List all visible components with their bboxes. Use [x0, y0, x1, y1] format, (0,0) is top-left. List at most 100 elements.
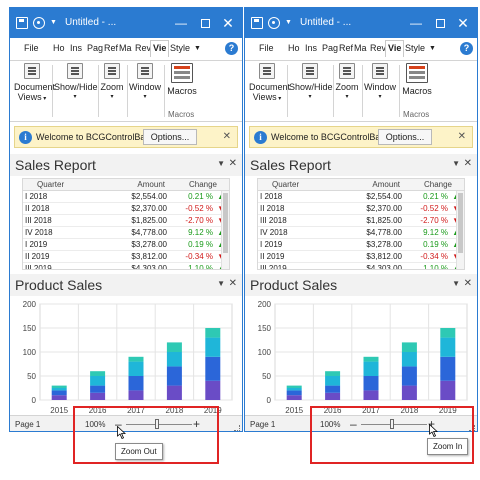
- show-hide-button[interactable]: Show/Hide ▾: [289, 63, 333, 102]
- tab-view[interactable]: Vie: [385, 40, 405, 57]
- cell-amount: $3,812.00: [131, 252, 167, 261]
- tab-review[interactable]: Rev: [135, 43, 151, 53]
- grid-header: Quarter Amount Change: [23, 179, 229, 191]
- tab-style[interactable]: Style: [405, 43, 425, 53]
- options-button[interactable]: Options...: [378, 129, 432, 145]
- document-views-button[interactable]: Document Views ▾: [14, 63, 55, 104]
- magnifier-icon: [339, 63, 355, 79]
- zoom-button[interactable]: Zoom ▾: [335, 63, 359, 102]
- vertical-scrollbar[interactable]: [221, 191, 229, 269]
- table-row[interactable]: I 2018$2,554.000.21 %▲: [23, 191, 229, 203]
- maximize-button[interactable]: [194, 12, 216, 34]
- chevron-down-icon[interactable]: ▼: [429, 45, 436, 52]
- minimize-button[interactable]: —: [405, 12, 427, 34]
- scrollbar-thumb[interactable]: [223, 193, 228, 253]
- chevron-down-icon[interactable]: ▼: [217, 279, 225, 288]
- chevron-down-icon[interactable]: ▼: [50, 17, 57, 29]
- column-header-change[interactable]: Change: [424, 180, 452, 189]
- cell-quarter: II 2019: [260, 252, 285, 261]
- table-row[interactable]: II 2019$3,812.00-0.34 %▼: [23, 251, 229, 263]
- window-button[interactable]: Window ▾: [129, 63, 161, 102]
- column-header-quarter[interactable]: Quarter: [37, 180, 64, 189]
- close-button[interactable]: ✕: [452, 12, 474, 34]
- tab-style[interactable]: Style: [170, 43, 190, 53]
- settings-icon[interactable]: [268, 17, 280, 29]
- table-row[interactable]: IV 2018$4,778.009.12 %▲: [23, 227, 229, 239]
- tab-home[interactable]: Ho: [53, 43, 65, 53]
- table-row[interactable]: I 2019$3,278.000.19 %▲: [258, 239, 464, 251]
- column-header-amount[interactable]: Amount: [137, 180, 165, 189]
- table-row[interactable]: II 2018$2,370.00-0.52 %▼: [258, 203, 464, 215]
- tab-references[interactable]: Ref: [104, 43, 118, 53]
- maximize-button[interactable]: [429, 12, 451, 34]
- vertical-scrollbar[interactable]: [456, 191, 464, 269]
- column-header-amount[interactable]: Amount: [372, 180, 400, 189]
- close-icon[interactable]: ✕: [464, 278, 472, 289]
- table-row[interactable]: I 2018$2,554.000.21 %▲: [258, 191, 464, 203]
- tab-page[interactable]: Pag: [322, 43, 338, 53]
- tab-review[interactable]: Rev: [370, 43, 386, 53]
- resize-grip[interactable]: [234, 425, 240, 431]
- bar-segment: [440, 328, 456, 338]
- chevron-down-icon[interactable]: ▼: [452, 279, 460, 288]
- help-icon[interactable]: ?: [460, 42, 473, 55]
- table-row[interactable]: II 2019$3,812.00-0.34 %▼: [258, 251, 464, 263]
- macros-button[interactable]: Macros: [401, 63, 433, 96]
- column-header-change[interactable]: Change: [189, 180, 217, 189]
- tab-references[interactable]: Ref: [339, 43, 353, 53]
- table-row[interactable]: III 2018$1,825.00-2.70 %▼: [23, 215, 229, 227]
- close-icon[interactable]: ✕: [223, 131, 231, 142]
- chevron-down-icon[interactable]: ▼: [452, 159, 460, 168]
- bar-segment: [90, 371, 106, 376]
- close-button[interactable]: ✕: [217, 12, 239, 34]
- macros-button[interactable]: Macros: [166, 63, 198, 96]
- tab-file[interactable]: File: [259, 43, 274, 53]
- tab-file[interactable]: File: [24, 43, 39, 53]
- options-button[interactable]: Options...: [143, 129, 197, 145]
- table-row[interactable]: I 2019$3,278.000.19 %▲: [23, 239, 229, 251]
- y-tick-label: 0: [267, 396, 272, 405]
- table-row[interactable]: III 2018$1,825.00-2.70 %▼: [258, 215, 464, 227]
- product-sales-chart: 0501001502002015 2016 2017 2018 2019: [23, 300, 233, 415]
- zoom-button[interactable]: Zoom ▾: [100, 63, 124, 102]
- window-button[interactable]: Window ▾: [364, 63, 396, 102]
- tab-mailings[interactable]: Ma: [119, 43, 132, 53]
- chevron-down-icon[interactable]: ▼: [217, 159, 225, 168]
- tab-page[interactable]: Pag: [87, 43, 103, 53]
- settings-icon[interactable]: [33, 17, 45, 29]
- bar-segment: [51, 388, 67, 391]
- chevron-down-icon[interactable]: ▼: [285, 17, 292, 29]
- column-header-quarter[interactable]: Quarter: [272, 180, 299, 189]
- tab-view[interactable]: Vie: [150, 40, 170, 57]
- save-icon[interactable]: [251, 17, 263, 29]
- x-tick-label: 2015: [50, 406, 68, 415]
- close-icon[interactable]: ✕: [229, 278, 237, 289]
- save-icon[interactable]: [16, 17, 28, 29]
- tab-home[interactable]: Ho: [288, 43, 300, 53]
- y-tick-label: 100: [258, 348, 272, 357]
- minimize-button[interactable]: —: [170, 12, 192, 34]
- close-icon[interactable]: ✕: [458, 131, 466, 142]
- y-tick-label: 50: [27, 372, 36, 381]
- separator: [333, 65, 334, 117]
- close-icon[interactable]: ✕: [464, 158, 472, 169]
- tab-insert[interactable]: Ins: [70, 43, 82, 53]
- bar-segment: [166, 366, 182, 386]
- document-views-button[interactable]: Document Views ▾: [249, 63, 290, 104]
- info-icon: i: [254, 131, 267, 144]
- table-row[interactable]: IV 2018$4,778.009.12 %▲: [258, 227, 464, 239]
- tab-mailings[interactable]: Ma: [354, 43, 367, 53]
- show-hide-button[interactable]: Show/Hide ▾: [54, 63, 98, 102]
- chevron-down-icon[interactable]: ▼: [194, 45, 201, 52]
- table-row[interactable]: III 2019$4,303.001.10 %▲: [23, 263, 229, 269]
- y-tick-label: 200: [258, 300, 272, 309]
- bar-segment: [363, 376, 379, 391]
- y-tick-label: 200: [23, 300, 37, 309]
- table-row[interactable]: II 2018$2,370.00-0.52 %▼: [23, 203, 229, 215]
- scrollbar-thumb[interactable]: [458, 193, 463, 253]
- help-icon[interactable]: ?: [225, 42, 238, 55]
- close-icon[interactable]: ✕: [229, 158, 237, 169]
- tab-insert[interactable]: Ins: [305, 43, 317, 53]
- button-label: Zoom: [335, 82, 359, 92]
- table-row[interactable]: III 2019$4,303.001.10 %▲: [258, 263, 464, 269]
